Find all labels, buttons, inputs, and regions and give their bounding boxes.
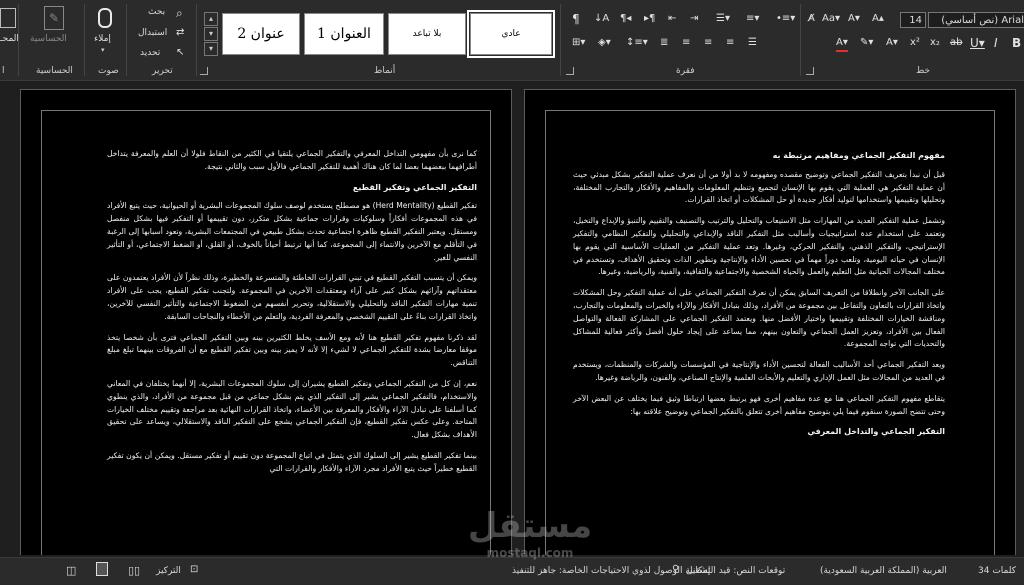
multilevel-list-icon[interactable]: ☰▾ (716, 12, 730, 26)
separator (18, 4, 19, 76)
search-icon[interactable]: ⌕ (176, 6, 183, 20)
styles-scroll-up-button[interactable]: ▴ (204, 12, 218, 26)
editor-button[interactable]: المحـ (0, 34, 19, 44)
section-heading: التفكير الجماعي وتفكير القطيع (352, 182, 477, 192)
focus-icon[interactable]: ⊡ (190, 564, 198, 575)
font-group-label: خط (916, 66, 931, 76)
paragraph: قبل أن نبدأ بتعريف التفكير الجماعي وتوضي… (573, 169, 945, 205)
borders-icon[interactable]: ⊞▾ (572, 36, 585, 50)
grow-font-icon[interactable]: A▴ (872, 12, 884, 26)
paragraph: ويعد التفكير الجماعي أحد الأساليب الفعال… (573, 360, 945, 382)
align-center-icon[interactable]: ≡ (704, 36, 712, 50)
editor-group-label: ا (2, 66, 5, 76)
bullet-list-icon[interactable]: •≡▾ (776, 12, 795, 26)
styles-group-label: أنماط (374, 66, 396, 76)
bold-icon[interactable]: B (1012, 36, 1021, 50)
dictate-button[interactable]: إملاء (94, 34, 111, 44)
strikethrough-icon[interactable]: ab (950, 36, 962, 50)
select-button[interactable]: تحديد (140, 48, 160, 58)
paragraph: لقد ذكرنا مفهوم تفكير القطيع هنا لأنه وم… (107, 332, 477, 368)
font-dialog-launcher-icon[interactable] (806, 67, 814, 75)
clear-formatting-icon[interactable]: A̸ (808, 12, 815, 26)
paragraph: على الجانب الآخر وانطلاقا من التعريف الس… (573, 288, 945, 349)
paragraph: تفكير القطيع (Herd Mentality) هو مصطلح ي… (107, 201, 478, 262)
page-2: كما نرى بأن مفهومي التداخل المعرفي والتف… (20, 89, 512, 555)
highlight-icon[interactable]: ✎▾ (860, 36, 873, 50)
mostaql-watermark-logo: مستقل mostaql.com (450, 506, 610, 570)
paragraph-group-label: فقرة (676, 66, 695, 76)
watermark-arabic: مستقل (467, 506, 593, 546)
style-no-spacing[interactable]: بلا تباعد (388, 13, 466, 55)
replace-icon[interactable]: ⇄ (176, 26, 184, 40)
page-1-text[interactable]: مفهوم التفكير الجماعي ومفاهيم مرتبطة به … (573, 150, 945, 445)
ribbon: المحـ ا ✎ الحساسية الحساسية إملاء ▾ صوت … (0, 0, 1024, 81)
editing-group-label: تحرير (152, 66, 173, 76)
page-2-text[interactable]: كما نرى بأن مفهومي التداخل المعرفي والتف… (107, 148, 477, 484)
align-right-icon[interactable]: ≡ (682, 36, 690, 50)
style-heading2[interactable]: عنوان 2 (222, 13, 300, 55)
paragraph: كما نرى بأن مفهومي التداخل المعرفي والتف… (107, 149, 477, 171)
superscript-icon[interactable]: x² (910, 36, 920, 50)
separator (126, 4, 127, 76)
web-layout-icon[interactable]: ◫ (66, 564, 76, 577)
shrink-font-icon[interactable]: A▾ (848, 12, 860, 26)
shading-icon[interactable]: ◈▾ (598, 36, 611, 50)
style-normal[interactable]: عادي (467, 10, 555, 58)
voice-group-label: صوت (98, 66, 119, 76)
find-button[interactable]: بحث (148, 7, 165, 17)
page-1: مفهوم التفكير الجماعي ومفاهيم مرتبطة به … (524, 89, 1016, 555)
paragraph: نعم، إن كل من التفكير الجماعي وتفكير الق… (107, 378, 477, 440)
paragraph: بينما تفكير القطيع يشير إلى السلوك الذي … (107, 450, 477, 473)
select-cursor-icon[interactable]: ↖ (176, 46, 184, 60)
rtl-direction-icon[interactable]: ¶◂ (620, 12, 631, 26)
paragraph: ويمكن أن يتسبب التفكير القطيع في تبني ال… (107, 273, 477, 321)
separator (196, 4, 197, 76)
paragraph-mark-icon[interactable]: ¶ (572, 12, 580, 26)
sort-icon[interactable]: ↓A (594, 12, 609, 26)
style-heading1[interactable]: العنوان 1 (304, 13, 384, 55)
document-area: كما نرى بأن مفهومي التداخل المعرفي والتف… (0, 81, 1024, 555)
paragraph-dialog-launcher-icon[interactable] (566, 67, 574, 75)
watermark-domain: mostaql.com (486, 546, 574, 560)
word-count[interactable]: 34 كلمات (978, 566, 1016, 576)
focus-button[interactable]: التركيز (156, 566, 181, 576)
font-name-field[interactable]: Arial (نص أساسي) (928, 12, 1024, 28)
align-left-icon[interactable]: ≡ (726, 36, 734, 50)
styles-dialog-launcher-icon[interactable] (200, 67, 208, 75)
sensitivity-group-label: الحساسية (36, 66, 73, 76)
italic-icon[interactable]: I (994, 36, 998, 50)
indent-decrease-icon[interactable]: ⇤ (668, 12, 676, 26)
font-size-field[interactable]: 14 (900, 12, 926, 28)
styles-more-button[interactable]: ▾ (204, 42, 218, 56)
separator (560, 4, 561, 76)
sensitivity-button[interactable]: الحساسية (30, 34, 67, 44)
editor-icon[interactable] (0, 8, 16, 28)
section-heading: التفكير الجماعي والتداخل المعرفي (807, 427, 945, 437)
separator (84, 4, 85, 76)
subscript-icon[interactable]: x₂ (930, 36, 940, 50)
text-effects-icon[interactable]: A▾ (886, 36, 898, 50)
change-case-icon[interactable]: Aa▾ (822, 12, 840, 26)
line-spacing-icon[interactable]: ↕≡▾ (626, 36, 648, 50)
font-color-icon[interactable]: A▾ (836, 36, 848, 52)
justify-icon[interactable]: ≣ (660, 36, 668, 50)
sensitivity-icon[interactable]: ✎ (44, 6, 64, 30)
read-mode-icon[interactable]: ▯▯ (128, 564, 140, 577)
language-indicator[interactable]: العربية (المملكة العربية السعودية) (820, 566, 947, 576)
styles-scroll-down-button[interactable]: ▾ (204, 27, 218, 41)
print-layout-icon[interactable] (96, 562, 108, 576)
paragraph: يتقاطع مفهوم التفكير الجماعي هنا مع عدة … (573, 393, 945, 416)
numbered-list-icon[interactable]: ≡▾ (746, 12, 759, 26)
chevron-down-icon[interactable]: ▾ (101, 46, 105, 54)
microphone-icon[interactable] (98, 8, 112, 28)
replace-button[interactable]: استبدال (138, 28, 167, 38)
distributed-align-icon[interactable]: ☰ (748, 36, 757, 50)
underline-icon[interactable]: U▾ (970, 36, 985, 50)
indent-increase-icon[interactable]: ⇥ (690, 12, 698, 26)
separator (800, 4, 801, 76)
ltr-direction-icon[interactable]: ▸¶ (644, 12, 655, 26)
paragraph: وتشمل عملية التفكير العديد من المهارات م… (573, 216, 945, 277)
section-heading: مفهوم التفكير الجماعي ومفاهيم مرتبطة به (772, 151, 945, 160)
